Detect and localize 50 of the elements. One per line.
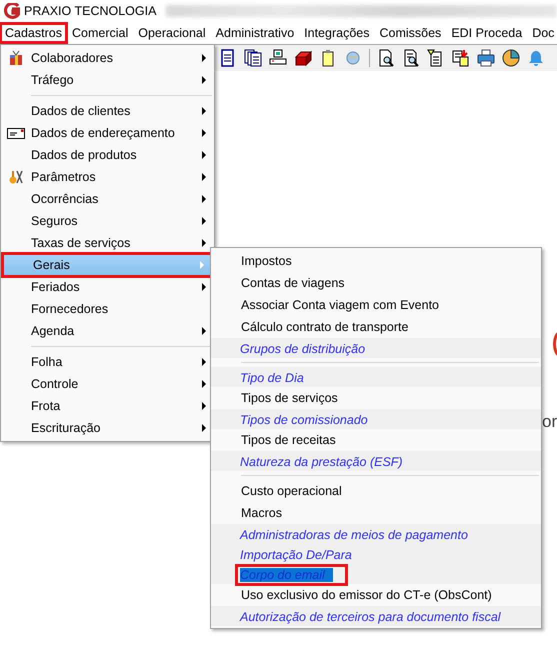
- envelope-icon: [7, 128, 25, 138]
- menu-item[interactable]: Taxas de serviços: [1, 232, 214, 254]
- pie-chart-icon[interactable]: [502, 49, 520, 67]
- printer-icon[interactable]: [477, 49, 495, 67]
- menu-item[interactable]: Dados de clientes: [1, 100, 214, 122]
- document-icon[interactable]: [219, 49, 237, 67]
- menu-item[interactable]: Contas de viagens: [211, 272, 541, 294]
- menu-item[interactable]: Dados de produtos: [1, 144, 214, 166]
- menu-item[interactable]: Parâmetros: [1, 166, 214, 188]
- tools-icon: [8, 169, 24, 185]
- bell-icon[interactable]: [527, 49, 545, 67]
- menu-item[interactable]: Escrituração: [1, 417, 214, 439]
- menu-item[interactable]: Uso exclusivo do emissor do CT-e (ObsCont): [211, 584, 541, 606]
- document-icon[interactable]: [244, 49, 262, 67]
- menu-item[interactable]: Controle: [1, 373, 214, 395]
- menu-bar-item[interactable]: Administrativo: [210, 23, 300, 43]
- menu-item[interactable]: Ocorrências: [1, 188, 214, 210]
- computer-icon[interactable]: [269, 49, 287, 67]
- document-search-icon[interactable]: [402, 49, 420, 67]
- menu-item[interactable]: Tipos de receitas: [211, 429, 541, 451]
- menu-item[interactable]: Feriados: [1, 276, 214, 298]
- document-search-icon[interactable]: [377, 49, 395, 67]
- gift-icon: [8, 50, 24, 66]
- menu-item[interactable]: Folha: [1, 351, 214, 373]
- menu-item[interactable]: Gerais: [3, 254, 212, 276]
- container-icon[interactable]: [294, 49, 312, 67]
- document-icon[interactable]: [452, 49, 470, 67]
- menu-bar-item[interactable]: Operacional: [133, 23, 211, 43]
- menu-item[interactable]: Frota: [1, 395, 214, 417]
- menu-item[interactable]: Cálculo contrato de transporte: [211, 316, 541, 338]
- menu-item[interactable]: Seguros: [1, 210, 214, 232]
- menu-bar-item[interactable]: Comissões: [374, 23, 446, 43]
- window-title: PRAXIO TECNOLOGIA: [24, 4, 156, 18]
- menu-item[interactable]: Tráfego: [1, 69, 214, 91]
- menu-item[interactable]: Agenda: [1, 320, 214, 342]
- menu-bar-item[interactable]: Cadastros: [0, 23, 67, 43]
- menu-item[interactable]: Tipos de serviços: [211, 387, 541, 409]
- menu-item[interactable]: Macros: [211, 502, 541, 524]
- menu-item[interactable]: Impostos: [211, 250, 541, 272]
- globe-icon[interactable]: [344, 49, 362, 67]
- menu-bar-item[interactable]: Comercial: [66, 23, 134, 43]
- logo-icon: [4, 3, 20, 19]
- menu-item[interactable]: Custo operacional: [211, 480, 541, 502]
- menu-bar-item[interactable]: Integrações: [299, 23, 374, 43]
- menu-item[interactable]: Associar Conta viagem com Evento: [211, 294, 541, 316]
- menu-bar-item[interactable]: EDI Proceda: [446, 23, 528, 43]
- menu-bar-item[interactable]: Doc: [527, 23, 557, 43]
- background-text: or: [542, 412, 557, 432]
- menu-item[interactable]: Fornecedores: [1, 298, 214, 320]
- menu-item[interactable]: Dados de endereçamento: [1, 122, 214, 144]
